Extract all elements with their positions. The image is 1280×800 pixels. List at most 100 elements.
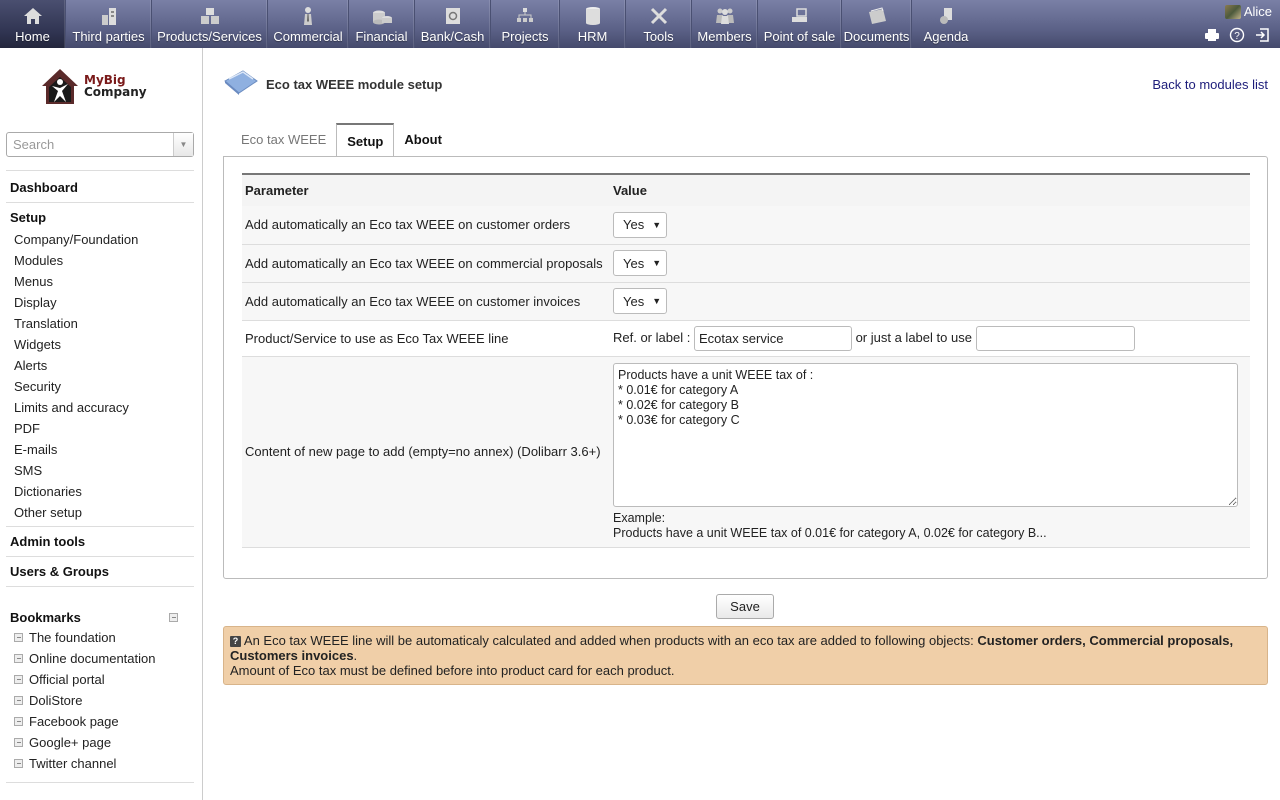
topmenu-documents[interactable]: Documents [842,0,912,48]
sidebar-item-alerts[interactable]: Alerts [6,355,194,376]
avatar [1224,4,1241,19]
bookmark-icon [14,717,23,726]
sidebar-item-other-setup[interactable]: Other setup [6,502,194,523]
bookmark-item[interactable]: Google+ page [6,732,194,753]
bookmark-icon [14,738,23,747]
info-message: ? An Eco tax WEEE line will be automatic… [223,626,1268,685]
bookmark-item[interactable]: Facebook page [6,711,194,732]
tabs: Eco tax WEEE Setup About [231,123,452,157]
svg-text:?: ? [1234,31,1240,42]
param-label: Add automatically an Eco tax WEEE on com… [242,244,610,283]
table-row: Product/Service to use as Eco Tax WEEE l… [242,320,1250,357]
table-row: Add automatically an Eco tax WEEE on cus… [242,206,1250,245]
logo-line2: Company [84,85,147,99]
sidebar-item-users-groups[interactable]: Users & Groups [6,564,194,579]
cylinder-icon [580,4,606,28]
bookmark-item[interactable]: Twitter channel [6,753,194,774]
user-menu[interactable]: Alice [1224,4,1272,19]
tab-panel: Parameter Value Add automatically an Eco… [223,156,1268,579]
sidebar-item-dictionaries[interactable]: Dictionaries [6,481,194,502]
param-label: Product/Service to use as Eco Tax WEEE l… [242,320,610,357]
print-icon[interactable] [1203,26,1220,43]
sidebar-item-widgets[interactable]: Widgets [6,334,194,355]
back-to-modules-link[interactable]: Back to modules list [1152,77,1268,92]
sidebar-item-menus[interactable]: Menus [6,271,194,292]
topmenu-projects[interactable]: Projects [491,0,560,48]
topmenu-bank-cash[interactable]: Bank/Cash [415,0,491,48]
help-icon[interactable]: ? [1228,26,1245,43]
bookmark-item[interactable]: Official portal [6,669,194,690]
user-name: Alice [1243,4,1272,19]
salesman-icon [295,4,321,28]
topmenu-hrm[interactable]: HRM [560,0,626,48]
sidebar-item-translation[interactable]: Translation [6,313,194,334]
sidebar-item-admin-tools[interactable]: Admin tools [6,534,194,549]
divider [6,170,194,171]
sidebar-item-limits-accuracy[interactable]: Limits and accuracy [6,397,194,418]
sidebar-item-display[interactable]: Display [6,292,194,313]
ref-label: Ref. or label : [613,329,691,345]
parameters-table: Parameter Value Add automatically an Eco… [242,173,1250,548]
topmenu-commercial[interactable]: Commercial [268,0,349,48]
topmenu-tools[interactable]: Tools [626,0,692,48]
home-icon [20,4,46,28]
cash-register-icon [787,4,813,28]
bookmark-item[interactable]: The foundation [6,627,194,648]
sidebar-item-dashboard[interactable]: Dashboard [6,180,194,195]
divider [6,782,194,783]
topmenu-products-services[interactable]: Products/Services [152,0,268,48]
topmenu-financial[interactable]: Financial [349,0,415,48]
example-title: Example: [613,510,666,525]
help-question-icon: ? [230,636,241,647]
sidebar-item-setup[interactable]: Setup [6,210,194,225]
topmenu-home[interactable]: Home [0,0,66,48]
save-button[interactable]: Save [716,594,774,619]
search-dropdown-button[interactable]: ▼ [173,133,193,156]
ref-input[interactable] [693,325,852,351]
sidebar-item-company-foundation[interactable]: Company/Foundation [6,229,194,250]
param-label: Add automatically an Eco tax WEEE on cus… [242,206,610,245]
search-box: ▼ [6,132,194,157]
divider [6,586,194,587]
customer-orders-select[interactable]: Yes ▼ [613,211,667,238]
bookmark-item[interactable]: Online documentation [6,648,194,669]
sidebar-item-modules[interactable]: Modules [6,250,194,271]
commercial-proposals-select[interactable]: Yes ▼ [613,250,667,276]
table-row: Content of new page to add (empty=no ann… [242,356,1250,548]
table-row: Add automatically an Eco tax WEEE on cus… [242,282,1250,321]
topmenu-point-of-sale[interactable]: Point of sale [758,0,842,48]
bookmarks-title[interactable]: Bookmarks [6,610,81,625]
sidebar-item-pdf[interactable]: PDF [6,418,194,439]
tools-icon [646,4,672,28]
column-header-value: Value [610,173,1250,206]
company-logo[interactable]: MyBig Company [40,66,147,106]
tab-setup[interactable]: Setup [336,123,395,157]
logout-icon[interactable] [1253,26,1270,43]
house-logo-icon [42,69,78,104]
sidebar-item-emails[interactable]: E-mails [6,439,194,460]
tab-eco-tax-weee[interactable]: Eco tax WEEE [231,123,336,157]
customer-invoices-select[interactable]: Yes ▼ [613,288,667,314]
topmenu-third-parties[interactable]: Third parties [66,0,152,48]
add-bookmark-icon[interactable] [169,613,178,622]
bookmark-icon [14,696,23,705]
sidebar-item-sms[interactable]: SMS [6,460,194,481]
bookmark-item[interactable]: DoliStore [6,690,194,711]
search-input[interactable] [7,133,173,156]
dropdown-arrow-icon: ▼ [652,296,662,306]
setup-menu: Setup Company/Foundation Modules Menus D… [6,210,194,523]
sidebar-item-security[interactable]: Security [6,376,194,397]
divider [6,202,194,203]
topmenu-agenda[interactable]: Agenda [912,0,980,48]
column-header-parameter: Parameter [242,173,610,206]
folder-icon [864,4,890,28]
topmenu-members[interactable]: Members [692,0,758,48]
annex-content-textarea[interactable]: Products have a unit WEEE tax of : * 0.0… [613,362,1238,507]
safe-icon [440,4,466,28]
label-input[interactable] [975,325,1135,351]
dropdown-arrow-icon: ▼ [652,258,662,268]
sidebar: MyBig Company ▼ Dashboard Setup Company/… [0,48,203,800]
bookmark-icon [14,654,23,663]
module-folder-icon [224,70,258,95]
tab-about[interactable]: About [394,123,452,157]
